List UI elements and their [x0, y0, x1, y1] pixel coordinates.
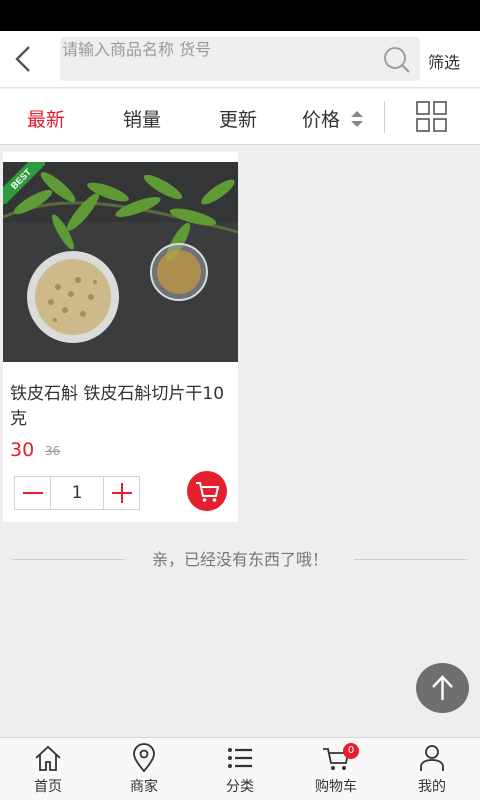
- location-pin-icon: [133, 743, 155, 773]
- tab-home-label: 首页: [34, 779, 62, 795]
- decrease-button[interactable]: [15, 477, 51, 509]
- grid-view-icon[interactable]: [416, 101, 448, 133]
- tab-price[interactable]: 价格: [302, 105, 340, 132]
- tab-profile-label: 我的: [418, 779, 446, 795]
- chevron-left-icon: [15, 46, 30, 72]
- cart-count-badge: 0: [343, 743, 359, 759]
- tab-sales[interactable]: 销量: [123, 105, 161, 132]
- tab-profile[interactable]: 我的: [384, 738, 480, 800]
- add-to-cart-button[interactable]: [187, 471, 227, 511]
- product-price: 30: [10, 439, 35, 461]
- cart-icon: [196, 482, 220, 502]
- end-of-list-message: 亲，已经没有东西了哦！: [0, 548, 480, 572]
- tab-cart[interactable]: 0 购物车: [288, 738, 384, 800]
- tab-home[interactable]: 首页: [0, 738, 96, 800]
- divider: [384, 101, 385, 133]
- back-to-top-button[interactable]: [416, 663, 469, 713]
- quantity-stepper: 1: [14, 476, 140, 510]
- tab-merchants-label: 商家: [130, 779, 158, 795]
- home-icon: [35, 745, 61, 771]
- tab-categories-label: 分类: [226, 779, 254, 795]
- arrow-up-icon: [432, 675, 453, 700]
- tab-updated[interactable]: 更新: [219, 105, 257, 132]
- user-icon: [420, 745, 444, 771]
- sort-arrows-icon: [351, 111, 363, 127]
- search-icon[interactable]: [382, 45, 412, 75]
- end-message-text: 亲，已经没有东西了哦！: [151, 550, 328, 569]
- tab-merchants[interactable]: 商家: [96, 738, 192, 800]
- product-image[interactable]: BEST: [3, 162, 238, 362]
- sort-bar: 最新 销量 更新 价格: [0, 89, 480, 145]
- original-price: 36: [45, 444, 61, 458]
- tab-cart-label: 购物车: [315, 779, 357, 795]
- bottom-tab-bar: 首页 商家 分类 0 购物车 我的: [0, 737, 480, 800]
- list-icon: [228, 748, 252, 768]
- increase-button[interactable]: [103, 477, 139, 509]
- product-card[interactable]: BEST 铁皮石斛 铁皮石斛切片干10克 30 36 1: [3, 152, 238, 522]
- search-input[interactable]: [60, 37, 380, 61]
- search-box: [60, 37, 420, 81]
- best-badge: BEST: [3, 162, 45, 204]
- tab-categories[interactable]: 分类: [192, 738, 288, 800]
- back-button[interactable]: [4, 39, 44, 79]
- header: 筛选: [0, 31, 480, 88]
- plus-icon: [112, 483, 132, 503]
- quantity-value[interactable]: 1: [51, 477, 103, 509]
- minus-icon: [23, 492, 43, 494]
- product-name[interactable]: 铁皮石斛 铁皮石斛切片干10克: [10, 382, 232, 432]
- tab-newest[interactable]: 最新: [27, 105, 65, 132]
- filter-button[interactable]: 筛选: [428, 49, 460, 73]
- status-bar: [0, 0, 480, 31]
